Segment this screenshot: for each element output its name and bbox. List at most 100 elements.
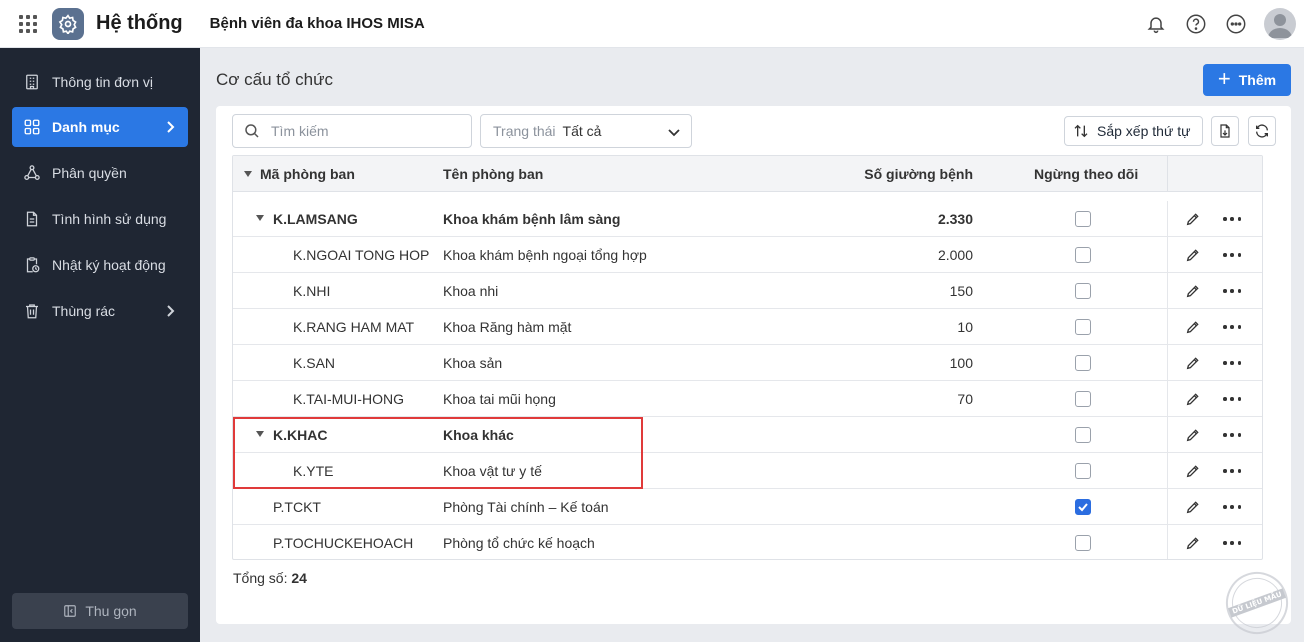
help-icon[interactable]	[1180, 8, 1212, 40]
column-header-name[interactable]: Tên phòng ban	[443, 166, 543, 182]
row-more-icon[interactable]	[1223, 319, 1241, 335]
table-row[interactable]: P.TOCHUCKEHOACH Phòng tổ chức kế hoạch	[233, 525, 1262, 559]
add-button-label: Thêm	[1238, 72, 1277, 88]
row-more-icon[interactable]	[1223, 247, 1241, 263]
edit-pencil-icon[interactable]	[1185, 247, 1201, 263]
row-more-icon[interactable]	[1223, 391, 1241, 407]
expand-caret-icon[interactable]	[256, 215, 264, 221]
department-name: Phòng tổ chức kế hoạch	[443, 535, 595, 551]
sidebar-item-label: Tình hình sử dụng	[52, 211, 167, 227]
table-row[interactable]: K.YTE Khoa vật tư y tế	[233, 453, 1262, 489]
refresh-icon	[1254, 123, 1270, 139]
search-box[interactable]	[232, 114, 472, 148]
status-filter-value: Tất cả	[562, 123, 602, 139]
search-icon	[243, 122, 261, 140]
stopped-checkbox[interactable]	[1075, 535, 1091, 551]
stopped-checkbox[interactable]	[1075, 499, 1091, 515]
sidebar-item-thong-tin-don-vi[interactable]: Thông tin đơn vị	[12, 62, 188, 102]
table-row[interactable]: K.LAMSANG Khoa khám bệnh lâm sàng 2.330	[233, 201, 1262, 237]
plus-icon: +	[1217, 66, 1231, 91]
sort-order-label: Sắp xếp thứ tự	[1097, 123, 1191, 139]
department-name: Khoa tai mũi họng	[443, 391, 556, 407]
status-filter-select[interactable]: Trạng thái Tất cả	[480, 114, 692, 148]
stopped-checkbox[interactable]	[1075, 427, 1091, 443]
bell-icon[interactable]	[1140, 8, 1172, 40]
stopped-checkbox[interactable]	[1075, 319, 1091, 335]
sidebar-item-label: Phân quyền	[52, 165, 127, 181]
sidebar-item-phan-quyen[interactable]: Phân quyền	[12, 153, 188, 193]
apps-grid-icon[interactable]	[19, 14, 37, 33]
row-more-icon[interactable]	[1223, 355, 1241, 371]
department-name: Khoa vật tư y tế	[443, 463, 542, 479]
refresh-button[interactable]	[1248, 116, 1276, 146]
stopped-checkbox[interactable]	[1075, 355, 1091, 371]
department-code: K.SAN	[293, 355, 336, 371]
export-button[interactable]	[1211, 116, 1239, 146]
table-header: Mã phòng ban Tên phòng ban Số giường bện…	[233, 156, 1262, 192]
row-more-icon[interactable]	[1223, 535, 1241, 551]
department-code: P.TCKT	[273, 499, 321, 515]
table-row[interactable]: K.RANG HAM MAT Khoa Răng hàm mặt 10	[233, 309, 1262, 345]
status-filter-label: Trạng thái	[493, 123, 556, 139]
bed-count: 2.330	[937, 211, 973, 227]
chevron-down-icon	[667, 125, 681, 142]
bed-count: 100	[949, 355, 973, 371]
column-header-beds[interactable]: Số giường bệnh	[853, 166, 973, 182]
department-code: K.RANG HAM MAT	[293, 319, 415, 335]
row-more-icon[interactable]	[1223, 499, 1241, 515]
stopped-checkbox[interactable]	[1075, 391, 1091, 407]
edit-pencil-icon[interactable]	[1185, 283, 1201, 299]
edit-pencil-icon[interactable]	[1185, 463, 1201, 479]
collapse-sidebar-button[interactable]: Thu gọn	[12, 593, 188, 629]
row-more-icon[interactable]	[1223, 427, 1241, 443]
row-more-icon[interactable]	[1223, 211, 1241, 227]
chevron-right-icon	[164, 304, 176, 321]
table-row[interactable]: K.NHI Khoa nhi 150	[233, 273, 1262, 309]
department-name: Khoa nhi	[443, 283, 499, 299]
edit-pencil-icon[interactable]	[1185, 427, 1201, 443]
edit-pencil-icon[interactable]	[1185, 535, 1201, 551]
column-header-code[interactable]: Mã phòng ban	[260, 166, 355, 182]
sidebar-item-thung-rac[interactable]: Thùng rác	[12, 291, 188, 331]
table-row[interactable]: K.SAN Khoa sản 100	[233, 345, 1262, 381]
edit-pencil-icon[interactable]	[1185, 499, 1201, 515]
sidebar-item-label: Thông tin đơn vị	[52, 74, 154, 90]
expand-caret-icon[interactable]	[256, 431, 264, 437]
sort-order-button[interactable]: Sắp xếp thứ tự	[1064, 116, 1203, 146]
department-code: K.KHAC	[273, 427, 328, 443]
department-name: Khoa khám bệnh lâm sàng	[443, 211, 621, 227]
table-row[interactable]: P.TCKT Phòng Tài chính – Kế toán	[233, 489, 1262, 525]
sort-arrows-icon	[1073, 123, 1089, 139]
table-row[interactable]: K.NGOAI TONG HOP Khoa khám bệnh ngoại tổ…	[233, 237, 1262, 273]
add-button[interactable]: + Thêm	[1203, 64, 1291, 96]
table-row[interactable]: K.KHAC Khoa khác	[233, 417, 1262, 453]
sidebar-item-label: Danh mục	[52, 119, 120, 135]
collapse-label: Thu gọn	[85, 603, 137, 619]
more-options-icon[interactable]	[1220, 8, 1252, 40]
grid-icon	[22, 117, 42, 137]
edit-pencil-icon[interactable]	[1185, 355, 1201, 371]
department-name: Khoa khám bệnh ngoại tổng hợp	[443, 247, 647, 263]
avatar[interactable]	[1264, 8, 1296, 40]
department-code: K.LAMSANG	[273, 211, 358, 227]
department-code: K.TAI-MUI-HONG	[293, 391, 404, 407]
row-more-icon[interactable]	[1223, 283, 1241, 299]
collapse-all-caret-icon[interactable]	[244, 171, 252, 177]
sidebar-item-nhat-ky-hoat-dong[interactable]: Nhật ký hoạt động	[12, 245, 188, 285]
edit-pencil-icon[interactable]	[1185, 319, 1201, 335]
department-code: P.TOCHUCKEHOACH	[273, 535, 414, 551]
stopped-checkbox[interactable]	[1075, 247, 1091, 263]
search-input[interactable]	[271, 123, 451, 139]
table-row[interactable]: K.TAI-MUI-HONG Khoa tai mũi họng 70	[233, 381, 1262, 417]
edit-pencil-icon[interactable]	[1185, 211, 1201, 227]
stopped-checkbox[interactable]	[1075, 211, 1091, 227]
column-header-stopped[interactable]: Ngừng theo dõi	[1034, 166, 1138, 182]
edit-pencil-icon[interactable]	[1185, 391, 1201, 407]
sidebar-item-tinh-hinh-su-dung[interactable]: Tình hình sử dụng	[12, 199, 188, 239]
row-more-icon[interactable]	[1223, 463, 1241, 479]
stopped-checkbox[interactable]	[1075, 283, 1091, 299]
stopped-checkbox[interactable]	[1075, 463, 1091, 479]
trash-icon	[22, 301, 42, 321]
departments-table: Mã phòng ban Tên phòng ban Số giường bện…	[232, 155, 1263, 560]
sidebar-item-danh-muc[interactable]: Danh mục	[12, 107, 188, 147]
